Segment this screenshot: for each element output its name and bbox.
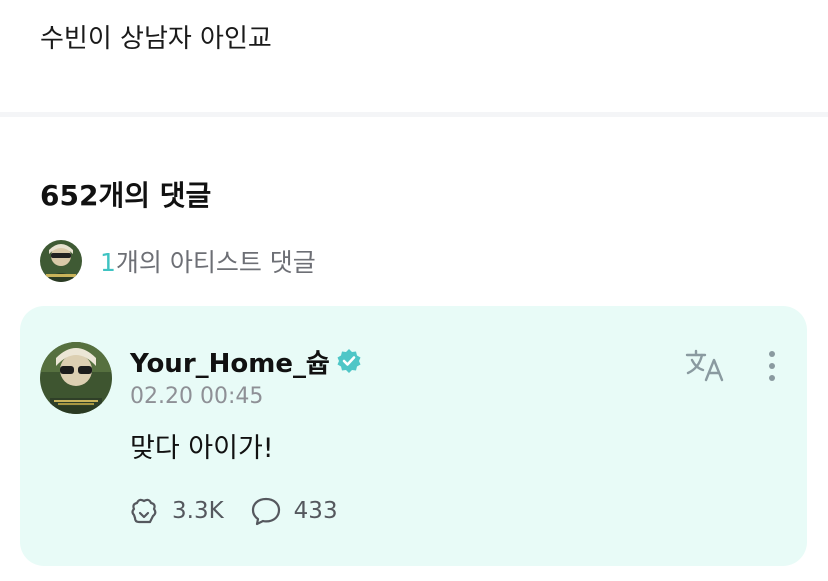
more-vertical-icon	[769, 351, 775, 381]
translate-icon	[685, 349, 724, 382]
like-icon	[131, 498, 157, 524]
artist-comments-count: 1	[100, 248, 116, 277]
section-divider	[0, 112, 828, 117]
author-row: Your_Home_슙	[130, 342, 362, 380]
like-button[interactable]: 3.3K	[128, 495, 224, 527]
more-options-button[interactable]	[760, 348, 784, 384]
featured-comment-card: Your_Home_슙 02.20 00:45 맞다 아이가! 3.3K 433	[20, 306, 807, 566]
comment-timestamp: 02.20 00:45	[130, 384, 264, 409]
like-count: 3.3K	[172, 498, 224, 524]
comment-count: 652개의 댓글	[40, 179, 212, 212]
artist-comments-label: 1개의 아티스트 댓글	[100, 243, 316, 279]
artist-comments-text: 개의 아티스트 댓글	[115, 248, 316, 277]
reply-button[interactable]: 433	[250, 495, 338, 527]
comment-actions: 3.3K 433	[128, 494, 338, 528]
author-avatar[interactable]	[40, 342, 112, 414]
artist-comments-row[interactable]: 1개의 아티스트 댓글	[40, 240, 316, 282]
comment-icon	[251, 497, 280, 526]
artist-mini-avatar	[40, 240, 82, 282]
comment-body: 맞다 아이가!	[130, 433, 274, 464]
reply-count: 433	[293, 498, 338, 524]
post-text: 수빈이 상남자 아인교	[40, 24, 272, 54]
verified-badge-icon	[337, 349, 361, 373]
translate-button[interactable]	[684, 348, 728, 384]
author-name[interactable]: Your_Home_슙	[130, 343, 330, 380]
